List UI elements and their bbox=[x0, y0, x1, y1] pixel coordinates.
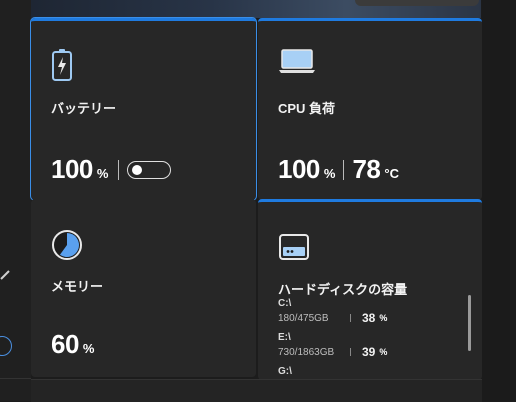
pen-icon bbox=[0, 270, 10, 280]
cpu-load-unit: % bbox=[323, 166, 336, 181]
cpu-load-value: 100 bbox=[278, 154, 320, 184]
disk-list-scrollbar[interactable] bbox=[468, 295, 471, 351]
disk-tile[interactable]: ハードディスクの容量 C:\ 180/475GB 38 % E:\ 730/18… bbox=[258, 199, 482, 380]
left-panel bbox=[0, 0, 31, 401]
disk-list: C:\ 180/475GB 38 % E:\ 730/1863GB 39 % G… bbox=[278, 298, 458, 380]
battery-value-row: 100 % bbox=[51, 154, 172, 185]
battery-saver-toggle[interactable] bbox=[127, 160, 172, 179]
top-handle[interactable] bbox=[355, 0, 479, 6]
disk-percent: 39 bbox=[362, 345, 376, 359]
circle-button[interactable] bbox=[0, 336, 12, 356]
disk-drive-name: C:\ bbox=[278, 298, 292, 309]
disk-item: C:\ 180/475GB 38 % bbox=[278, 298, 458, 325]
memory-unit: % bbox=[82, 341, 95, 356]
memory-value-row: 60 % bbox=[51, 329, 94, 360]
cpu-label: CPU 負荷 bbox=[278, 101, 336, 116]
cpu-value-row: 100 % 78 °C bbox=[278, 154, 399, 185]
disk-usage: 180/475GB bbox=[278, 312, 329, 324]
battery-value: 100 bbox=[51, 154, 93, 184]
memory-value: 60 bbox=[51, 329, 79, 359]
right-panel bbox=[482, 0, 516, 401]
disk-item: G:\ bbox=[278, 366, 458, 377]
battery-label: バッテリー bbox=[51, 101, 117, 116]
battery-tile[interactable]: バッテリー 100 % bbox=[30, 17, 257, 201]
disk-percent: 38 bbox=[362, 311, 376, 325]
toggle-knob bbox=[132, 164, 143, 175]
separator bbox=[343, 159, 345, 180]
disk-drive-name: G:\ bbox=[278, 366, 292, 377]
bottom-tile-row bbox=[31, 379, 482, 402]
battery-charging-icon bbox=[52, 49, 72, 81]
separator bbox=[350, 314, 351, 322]
laptop-icon bbox=[279, 49, 315, 73]
divider bbox=[0, 378, 31, 379]
cpu-tile[interactable]: CPU 負荷 100 % 78 °C bbox=[258, 18, 482, 200]
cpu-temp-unit: °C bbox=[384, 166, 399, 181]
disk-percent-unit: % bbox=[379, 347, 388, 357]
disk-percent-unit: % bbox=[379, 313, 388, 323]
disk-item: E:\ 730/1863GB 39 % bbox=[278, 332, 458, 359]
battery-unit: % bbox=[96, 166, 109, 181]
memory-label: メモリー bbox=[51, 279, 104, 294]
separator bbox=[350, 348, 351, 356]
memory-tile[interactable]: メモリー 60 % bbox=[31, 199, 256, 377]
disk-label: ハードディスクの容量 bbox=[278, 282, 408, 297]
cpu-temp-value: 78 bbox=[352, 154, 381, 184]
hard-disk-icon bbox=[279, 234, 309, 260]
separator bbox=[118, 159, 120, 180]
disk-drive-name: E:\ bbox=[278, 332, 291, 343]
pie-chart-icon bbox=[52, 230, 82, 260]
disk-usage: 730/1863GB bbox=[278, 346, 335, 358]
